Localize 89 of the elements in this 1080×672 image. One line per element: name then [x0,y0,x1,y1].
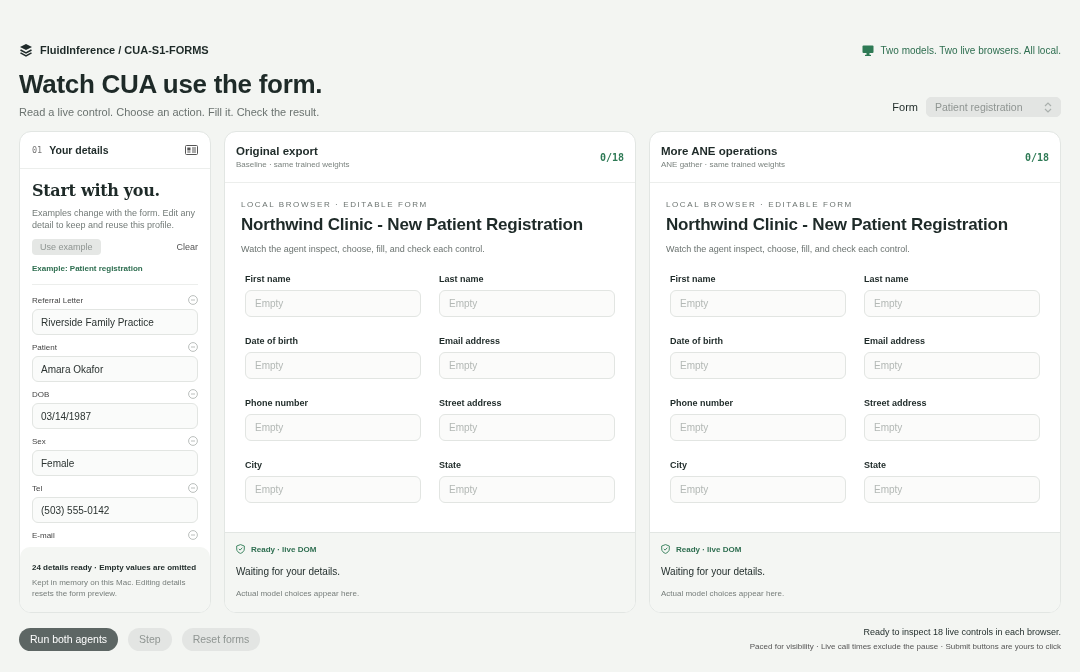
card-title: Your details [49,144,110,156]
example-note: Example: Patient registration [32,264,143,274]
status-label: Ready · live DOM [676,544,742,554]
detail-field[interactable]: Female [32,450,198,477]
footer-note: Paced for visibility · Live call times exclude the pause · Submit buttons are yours to click [749,642,1061,651]
summary-note: Kept in memory on this Mac. Editing details resets the form preview. [32,578,187,600]
form-field[interactable]: Empty [864,476,1040,503]
field-label: DOB [32,389,50,399]
field-label: City [670,460,688,470]
remove-icon[interactable] [188,436,198,447]
status-note: Actual model choices appear here. [661,589,786,598]
status-message: Waiting for your details. [236,566,342,577]
form-field[interactable]: Empty [439,476,615,503]
field-label: Sex [32,436,46,446]
form-eyebrow: LOCAL BROWSER · EDITABLE FORM [666,200,854,209]
field-label: Referral Letter [32,295,84,305]
form-field[interactable]: Empty [864,414,1040,441]
field-label: Date of birth [245,336,299,346]
page-subtitle: Read a live control. Choose an action. Fill it. Check the result. [19,106,321,118]
field-label: City [245,460,263,470]
chevron-updown-icon [1044,101,1052,113]
form-eyebrow: LOCAL BROWSER · EDITABLE FORM [241,200,429,209]
section-description: Examples change with the form. Edit any detail to keep and reuse this profile. [32,207,197,232]
shield-check-icon [661,544,670,554]
status-message: Waiting for your details. [661,566,767,577]
remove-icon[interactable] [188,342,198,353]
detail-field[interactable]: 03/14/1987 [32,403,198,430]
shield-check-icon [236,544,245,554]
form-field[interactable]: Empty [439,352,615,379]
field-label: State [439,460,462,470]
field-label: Phone number [245,398,309,408]
field-label: Email address [439,336,502,346]
status-note: Actual model choices appear here. [236,589,361,598]
field-label: Street address [439,398,503,408]
form-field[interactable]: Empty [864,352,1040,379]
monitor-icon [861,44,874,56]
layers-icon [19,43,33,57]
form-field[interactable]: Empty [670,476,846,503]
remove-icon[interactable] [188,295,198,306]
remove-icon[interactable] [188,389,198,400]
form-field[interactable]: Empty [864,290,1040,317]
form-title: Northwind Clinic - New Patient Registration [666,215,1009,235]
form-field[interactable]: Empty [245,352,421,379]
detail-field[interactable]: (503) 555-0142 [32,497,198,524]
form-field[interactable]: Empty [245,414,421,441]
field-label: Patient [32,342,57,352]
form-field[interactable]: Empty [670,414,846,441]
field-label: State [864,460,887,470]
field-label: Street address [864,398,928,408]
summary-title: 24 details ready · Empty values are omitted [32,563,197,573]
form-label: Form [892,101,918,113]
field-label: Date of birth [670,336,724,346]
progress-count: 0/18 [599,151,624,163]
brand-title: FluidInference / CUA-S1-FORMS [40,44,209,56]
form-field[interactable]: Empty [670,352,846,379]
detail-field[interactable]: Amara Okafor [32,356,198,383]
field-label: First name [670,274,717,284]
agent-name: More ANE operations [661,145,779,157]
form-intro: Watch the agent inspect, choose, fill, and check each control. [666,244,911,254]
section-heading: Start with you. [32,181,161,200]
id-card-icon [185,145,198,155]
form-field[interactable]: Empty [439,414,615,441]
field-label: Tel [32,483,43,493]
progress-count: 0/18 [1024,151,1049,163]
detail-field[interactable]: Riverside Family Practice [32,309,198,336]
footer-status: Ready to inspect 18 live controls in each browser. [863,627,1061,637]
field-label: Phone number [670,398,734,408]
form-title: Northwind Clinic - New Patient Registration [241,215,584,235]
agent-subtitle: Baseline · same trained weights [236,160,350,169]
field-label: Last name [864,274,910,284]
remove-icon[interactable] [188,530,198,541]
status-label: Ready · live DOM [251,544,317,554]
tagline: Two models. Two live browsers. All local. [880,44,1061,56]
agent-subtitle: ANE gather · same trained weights [661,160,786,169]
form-intro: Watch the agent inspect, choose, fill, and check each control. [241,244,486,254]
agent-name: Original export [236,145,319,157]
field-label: E-mail [32,530,55,540]
form-field[interactable]: Empty [245,290,421,317]
field-label: Email address [864,336,927,346]
step-number: 01 [32,145,43,155]
form-field[interactable]: Empty [245,476,421,503]
form-field[interactable]: Empty [670,290,846,317]
clear-button[interactable]: Clear [176,242,198,253]
page-title: Watch CUA use the form. [19,69,323,100]
action-button[interactable]: Run both agents [19,627,119,651]
field-label: First name [245,274,292,284]
form-field[interactable]: Empty [439,290,615,317]
field-label: Last name [439,274,485,284]
remove-icon[interactable] [188,483,198,494]
